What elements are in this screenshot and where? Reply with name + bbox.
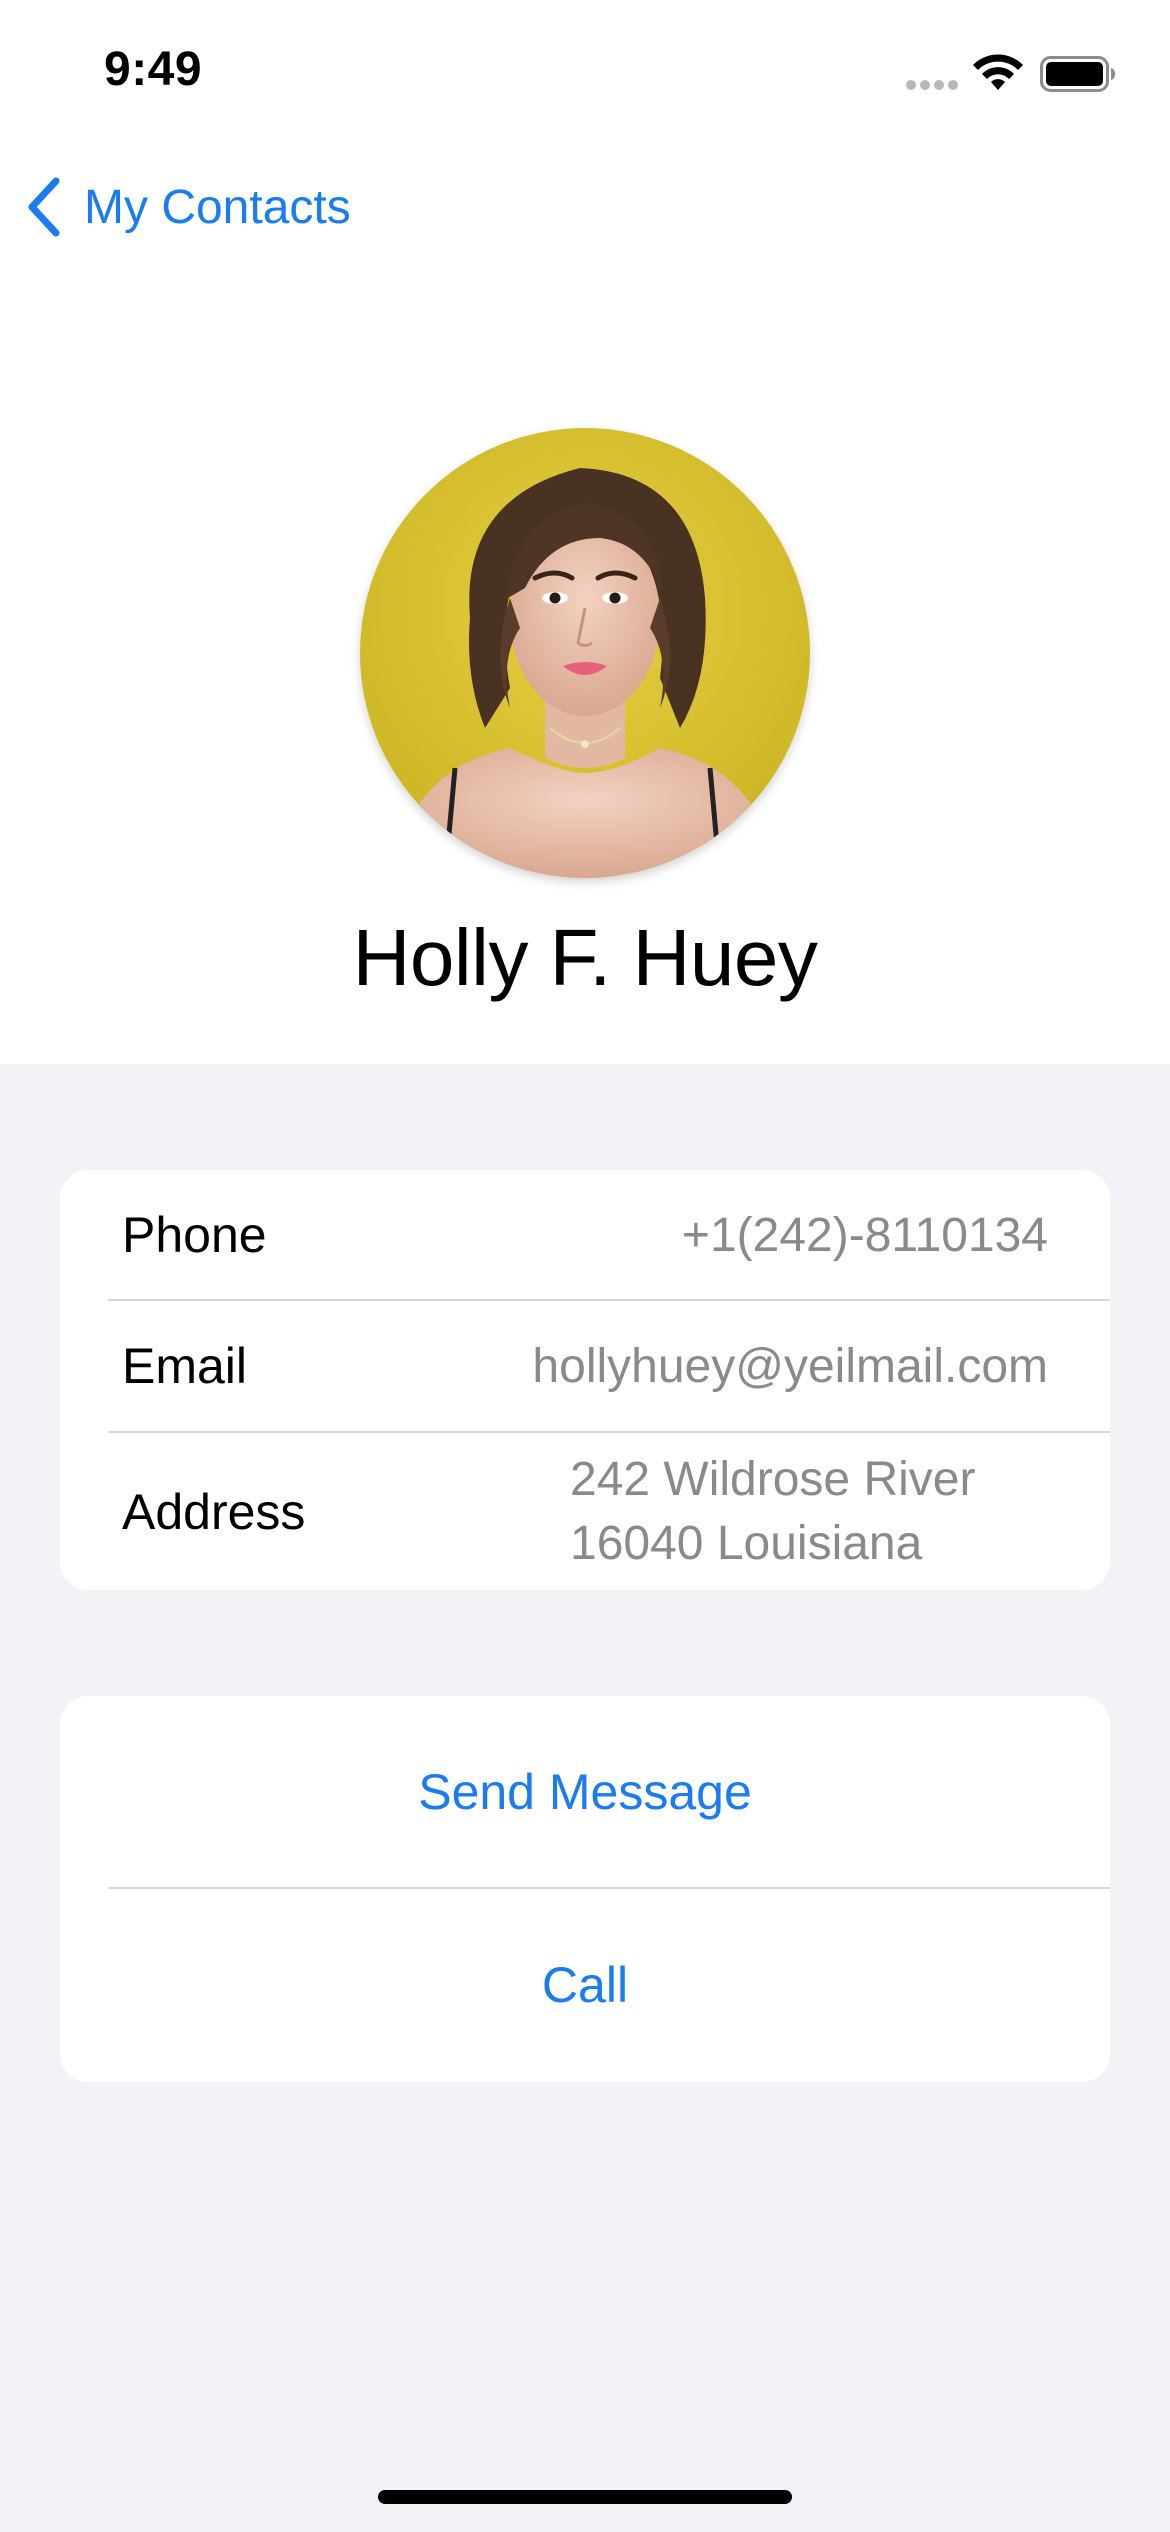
actions-card: Send Message Call: [60, 1696, 1110, 2082]
phone-label: Phone: [122, 1207, 267, 1263]
battery-icon: [1040, 56, 1115, 92]
send-message-button[interactable]: Send Message: [60, 1696, 1110, 1888]
address-line-2: 16040 Louisiana: [570, 1516, 923, 1570]
phone-value: +1(242)-8110134: [681, 1208, 1048, 1262]
email-label: Email: [122, 1338, 248, 1394]
phone-row[interactable]: Phone +1(242)-8110134: [60, 1170, 1110, 1300]
person-photo-icon: [360, 428, 810, 878]
wifi-icon: [973, 54, 1023, 90]
address-label: Address: [122, 1483, 306, 1540]
address-line-1: 242 Wildrose River: [570, 1452, 976, 1506]
status-time: 9:49: [104, 43, 203, 96]
contact-avatar: [360, 428, 810, 878]
cellular-signal-icon: [906, 80, 962, 94]
email-row[interactable]: Email hollyhuey@yeilmail.com: [60, 1301, 1110, 1431]
call-button[interactable]: Call: [60, 1889, 1110, 2081]
navigation-bar: My Contacts: [0, 170, 1170, 244]
back-button[interactable]: My Contacts: [22, 170, 351, 244]
contact-details-card: Phone +1(242)-8110134 Email hollyhuey@ye…: [60, 1170, 1110, 1590]
chevron-left-icon: [28, 177, 60, 237]
contact-name: Holly F. Huey: [352, 913, 818, 1002]
address-value: 242 Wildrose River 16040 Louisiana: [570, 1448, 975, 1576]
email-value: hollyhuey@yeilmail.com: [532, 1339, 1048, 1393]
address-row[interactable]: Address 242 Wildrose River 16040 Louisia…: [60, 1433, 1110, 1590]
contact-header: 9:49 My Contacts Holly F. Huey: [0, 0, 1170, 1064]
status-bar: 9:49: [0, 0, 1170, 140]
home-indicator[interactable]: [378, 2490, 792, 2504]
back-button-label: My Contacts: [84, 180, 351, 234]
